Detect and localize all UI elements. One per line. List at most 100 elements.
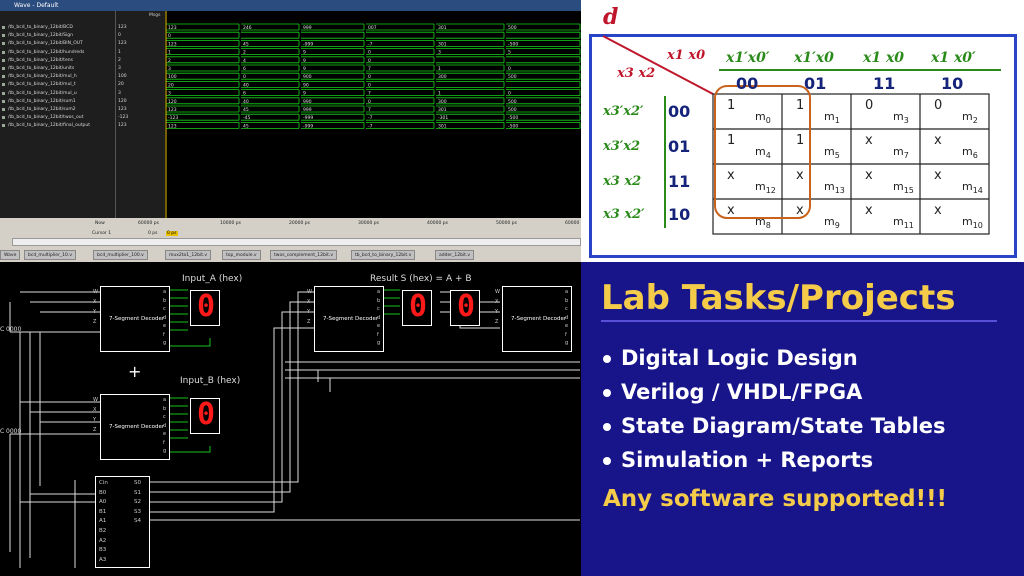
decoder-output-pin: f — [377, 331, 379, 338]
trace-value: 999 — [303, 107, 312, 113]
adder-output-pin: S3 — [134, 508, 141, 515]
trace-value: 500 — [508, 99, 517, 105]
decoder-input-pin: Z — [93, 427, 97, 433]
trace-segment — [301, 48, 365, 55]
trace-segment — [366, 40, 435, 47]
signal-trace: 0 — [166, 31, 581, 39]
editor-tab[interactable]: Wave — [0, 250, 21, 260]
trace-value: -500 — [508, 115, 518, 121]
waveform-window: Wave - Default /tb_bcd_to_binary_12bit/B… — [0, 0, 581, 262]
kmap-col-code: 11 — [873, 74, 896, 93]
trace-value: 9 — [303, 66, 306, 72]
trace-value: 1 — [438, 91, 441, 97]
kmap-cell-value: x — [865, 203, 873, 218]
trace-segment — [166, 31, 240, 39]
trace-segment — [506, 31, 581, 39]
trace-value: 0 — [168, 33, 171, 39]
horizontal-scrollbar[interactable] — [12, 238, 581, 246]
display-digit: 0 — [409, 289, 428, 324]
signal-trace: 3 6 9 7 1 0 — [166, 64, 581, 72]
time-tick: 60000 — [565, 221, 580, 226]
decoder-input-pin: X — [93, 407, 97, 413]
trace-value: 990 — [303, 99, 312, 105]
trace-value: 20 — [168, 82, 174, 88]
decoder-input-pin: Z — [495, 319, 499, 325]
decoder-output-pin: d — [163, 422, 167, 429]
signal-value: 123 — [118, 123, 127, 129]
decoder-label: 7-Segment Decoder — [109, 316, 165, 322]
trace-value: 300 — [438, 99, 447, 105]
signal-value-column: Msgs 123 0 123 1 2 3 100 20 3 120 123 -123 123 — [115, 11, 165, 218]
trace-value: 9 — [303, 91, 306, 97]
decoder-output-pin: d — [163, 314, 167, 321]
cursor-marker[interactable]: 0 ps — [166, 231, 178, 236]
decoder-output-pin: g — [565, 340, 569, 346]
trace-segment — [166, 89, 240, 96]
decoder-output-pin: b — [163, 405, 167, 412]
kmap-row-variable: x3 x2 — [617, 66, 656, 81]
decoder-output-pin: c — [565, 306, 568, 312]
trace-value: 0 — [368, 50, 371, 56]
trace-value: -999 — [303, 123, 313, 129]
trace-value: 40 — [243, 99, 249, 105]
kmap-row-label: x3′x2 — [603, 139, 641, 154]
decoder-input-pin: X — [495, 299, 499, 305]
trace-segment — [241, 64, 300, 72]
waveform-plot[interactable]: 123 246 999 007 301 500 0 123 45 -999 -7 301 -500 1 2 9… — [165, 11, 581, 218]
editor-tab[interactable]: bcd_multiplier_100.v — [93, 250, 148, 260]
kmap-minterm: m13 — [824, 180, 845, 196]
trace-segment — [166, 122, 240, 129]
kmap-minterm: m7 — [893, 145, 909, 161]
trace-value: 120 — [168, 99, 177, 105]
trace-value: 123 — [168, 107, 177, 113]
trace-segment — [241, 81, 300, 88]
signal-name[interactable]: /tb_bcd_to_binary_12bit/final_output — [0, 121, 90, 130]
editor-tab[interactable]: tb_bcd_to_binary_12bit.v — [351, 250, 416, 260]
trace-segment — [436, 48, 505, 55]
time-tick: 50000 ps — [496, 221, 517, 226]
switch-a[interactable]: 0000 — [6, 326, 21, 333]
kmap-col-label: x1′x0 — [794, 50, 834, 66]
trace-segment — [241, 97, 300, 105]
trace-segment — [366, 97, 435, 105]
decoder-output-pin: e — [163, 431, 167, 437]
result-label: Result S (hex) = A + B — [370, 274, 472, 284]
signal-name-column: /tb_bcd_to_binary_12bit/BCD/tb_bcd_to_bi… — [0, 11, 115, 218]
trace-value: 0 — [243, 74, 246, 80]
editor-tab[interactable]: adder_12bit.v — [435, 250, 475, 260]
switch-b[interactable]: 0000 — [6, 428, 21, 435]
trace-value: -7 — [368, 115, 373, 121]
decoder-input-pin: Y — [495, 309, 499, 315]
trace-segment — [366, 64, 435, 72]
display-digit: 0 — [197, 289, 216, 324]
trace-segment — [506, 23, 581, 31]
kmap-lines — [602, 35, 1001, 235]
kmap-minterm: m12 — [755, 180, 776, 196]
kmap-col-code: 00 — [736, 74, 759, 93]
trace-segment — [241, 31, 300, 39]
decoder-label: 7-Segment Decoder — [109, 424, 165, 430]
decoder-input-pin: W — [93, 397, 98, 403]
editor-tab[interactable]: mux2to1_12bit.v — [165, 250, 212, 260]
trace-segment — [506, 48, 581, 55]
editor-tab[interactable]: top_module.v — [222, 250, 261, 260]
decoder-output-pin: c — [163, 306, 166, 312]
trace-value: 123 — [168, 41, 177, 47]
trace-value: 1 — [438, 66, 441, 72]
seven-segment-decoder: 7-Segment Decoder W X Y Za b c d e f g — [93, 286, 170, 352]
karnaugh-map-panel: d x3 x2 x1 x0 x1′x0′ 00 x1′x0 01 x1 x0 11 x1 x… — [581, 0, 1024, 262]
kmap-row-label: x3 x2′ — [603, 207, 645, 222]
trace-segment — [436, 64, 505, 72]
trace-value: 301 — [438, 107, 447, 113]
kmap-cell-value: 1 — [727, 133, 736, 148]
editor-tab[interactable]: bcd_multiplier_10.v — [24, 250, 76, 260]
trace-segment — [366, 72, 435, 80]
kmap-minterm: m15 — [893, 180, 914, 196]
trace-value: 500 — [508, 107, 517, 113]
trace-value: 100 — [168, 74, 177, 80]
trace-value: 301 — [438, 41, 447, 47]
editor-tab[interactable]: twos_complement_12bit.v — [270, 250, 337, 260]
trace-value: 007 — [368, 25, 377, 31]
decoder-output-pin: d — [377, 314, 381, 321]
decoder-input-pin: X — [307, 299, 311, 305]
